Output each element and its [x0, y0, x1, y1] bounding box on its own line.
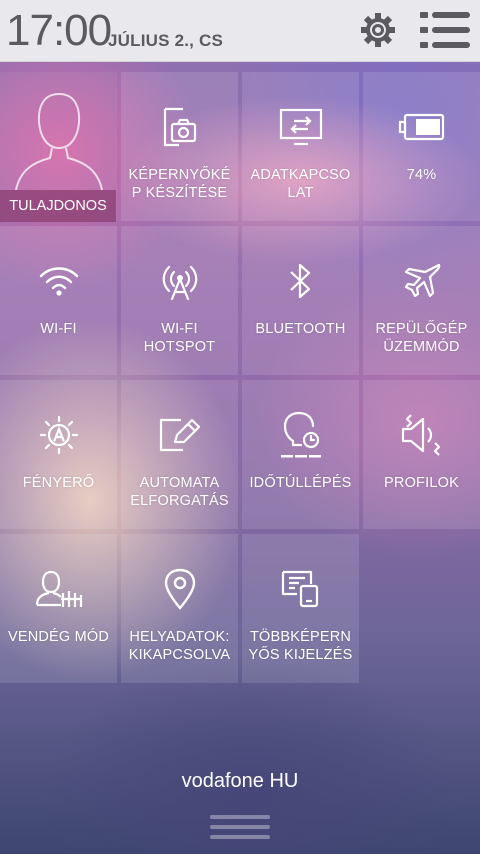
tile-label: TÖBBKÉPERN YŐS KIJELZÉS — [248, 629, 353, 663]
tile-label: ADATKAPCSO LAT — [250, 167, 351, 201]
location-pin-icon — [121, 564, 238, 614]
status-bar: 17:00 JÚLIUS 2., CS — [0, 0, 480, 62]
list-menu-icon[interactable] — [420, 11, 470, 49]
auto-rotate-icon — [121, 410, 238, 460]
tile-bluetooth[interactable]: BLUETOOTH — [242, 226, 359, 375]
clock: 17:00 — [6, 6, 112, 55]
tile-wifi[interactable]: WI-FI — [0, 226, 117, 375]
tile-data[interactable]: ADATKAPCSO LAT — [242, 72, 359, 221]
tile-hotspot[interactable]: WI-FI HOTSPOT — [121, 226, 238, 375]
tile-screenshot[interactable]: KÉPERNYŐKÉ P KÉSZÍTÉSE — [121, 72, 238, 221]
airplane-icon — [363, 256, 480, 306]
tile-battery[interactable]: 74% — [363, 72, 480, 221]
tile-label: WI-FI HOTSPOT — [143, 321, 216, 355]
tile-location[interactable]: HELYADATOK: KIKAPCSOLVA — [121, 534, 238, 683]
operator-name: vodafone HU — [181, 770, 299, 792]
battery-icon — [363, 102, 480, 152]
tile-label: KÉPERNYŐKÉ P KÉSZÍTÉSE — [128, 167, 231, 201]
tile-profiles[interactable]: PROFILOK — [363, 380, 480, 529]
tile-label: REPÜLŐGÉP ÜZEMMÓD — [375, 321, 468, 355]
data-transfer-icon — [242, 102, 359, 152]
tile-label: BLUETOOTH — [255, 321, 346, 337]
hotspot-icon — [121, 256, 238, 306]
tile-label: 74% — [406, 167, 437, 183]
tile-label: WI-FI — [40, 321, 77, 337]
user-silhouette-icon — [14, 90, 104, 195]
tile-label: VENDÉG MÓD — [7, 629, 110, 645]
screen-timeout-icon — [242, 410, 359, 460]
screenshot-icon — [121, 102, 238, 152]
brightness-auto-icon — [0, 410, 117, 460]
gear-icon[interactable] — [358, 10, 398, 50]
tile-owner[interactable]: TULAJDONOS — [0, 72, 117, 222]
multiscreen-icon — [242, 564, 359, 614]
date: JÚLIUS 2., CS — [108, 31, 224, 50]
tile-airplane[interactable]: REPÜLŐGÉP ÜZEMMÓD — [363, 226, 480, 375]
wifi-icon — [0, 256, 117, 306]
tile-label: IDŐTÚLLÉPÉS — [249, 475, 352, 491]
tile-label: FÉNYERŐ — [22, 475, 95, 491]
guest-mode-icon — [0, 564, 117, 614]
tile-guest[interactable]: VENDÉG MÓD — [0, 534, 117, 683]
tile-label: AUTOMATA ELFORGATÁS — [130, 475, 229, 509]
tile-timeout[interactable]: IDŐTÚLLÉPÉS — [242, 380, 359, 529]
tile-label: HELYADATOK: KIKAPCSOLVA — [128, 629, 231, 663]
tile-multiscreen[interactable]: TÖBBKÉPERN YŐS KIJELZÉS — [242, 534, 359, 683]
tile-label: PROFILOK — [384, 475, 459, 491]
speaker-vibrate-icon — [363, 410, 480, 460]
bluetooth-icon — [242, 256, 359, 306]
tile-rotate[interactable]: AUTOMATA ELFORGATÁS — [121, 380, 238, 529]
drag-handle-icon[interactable] — [210, 812, 270, 842]
owner-label: TULAJDONOS — [0, 190, 116, 222]
tile-brightness[interactable]: FÉNYERŐ — [0, 380, 117, 529]
